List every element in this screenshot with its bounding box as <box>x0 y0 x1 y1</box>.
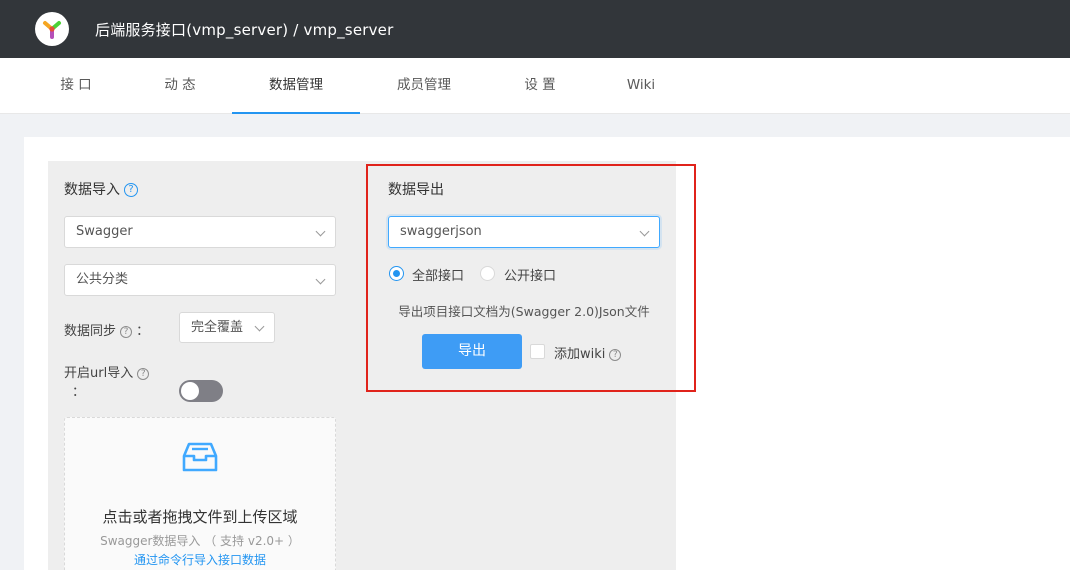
chevron-down-icon <box>315 274 326 285</box>
tab-member-management[interactable]: 成员管理 <box>374 58 474 114</box>
url-import-switch[interactable] <box>179 380 223 402</box>
project-title[interactable]: 后端服务接口(vmp_server) / vmp_server <box>95 19 393 40</box>
help-icon[interactable]: ? <box>120 325 133 338</box>
url-import-colon: ： <box>72 385 86 400</box>
chevron-down-icon <box>315 226 326 237</box>
url-import-label: 开启url导入? <box>64 362 150 381</box>
tab-interface[interactable]: 接 口 <box>30 58 122 114</box>
sync-label: 数据同步? ： <box>64 324 150 339</box>
help-icon[interactable]: ? <box>137 367 150 380</box>
project-tabs: 接 口 动 态 数据管理 成员管理 设 置 Wiki <box>0 58 1070 114</box>
top-header: 后端服务接口(vmp_server) / vmp_server <box>0 0 1070 58</box>
switch-knob <box>181 382 199 400</box>
inbox-icon <box>181 438 219 480</box>
import-format-select[interactable]: Swagger <box>64 216 336 248</box>
tab-activity[interactable]: 动 态 <box>134 58 226 114</box>
dropzone-text: 点击或者拖拽文件到上传区域 <box>102 508 298 526</box>
tab-settings[interactable]: 设 置 <box>496 58 584 114</box>
tab-data-management[interactable]: 数据管理 <box>232 58 360 114</box>
highlight-box <box>366 164 696 392</box>
help-icon[interactable]: ? <box>124 183 138 197</box>
import-category-select[interactable]: 公共分类 <box>64 264 336 296</box>
sync-mode-select[interactable]: 完全覆盖 <box>179 312 275 343</box>
dropzone-hint: Swagger数据导入 （ 支持 v2.0+ ） <box>100 534 300 548</box>
chevron-down-icon <box>254 321 265 332</box>
import-title: 数据导入? <box>64 179 138 199</box>
import-panel: 数据导入? Swagger 公共分类 数据同步? ： 完全覆盖 开启url导入?… <box>48 161 376 570</box>
tab-wiki[interactable]: Wiki <box>598 58 684 114</box>
cli-import-link[interactable]: 通过命令行导入接口数据 <box>65 551 335 568</box>
upload-dropzone[interactable]: 点击或者拖拽文件到上传区域 Swagger数据导入 （ 支持 v2.0+ ） 通… <box>64 417 336 570</box>
yapi-logo-icon[interactable] <box>35 12 69 46</box>
